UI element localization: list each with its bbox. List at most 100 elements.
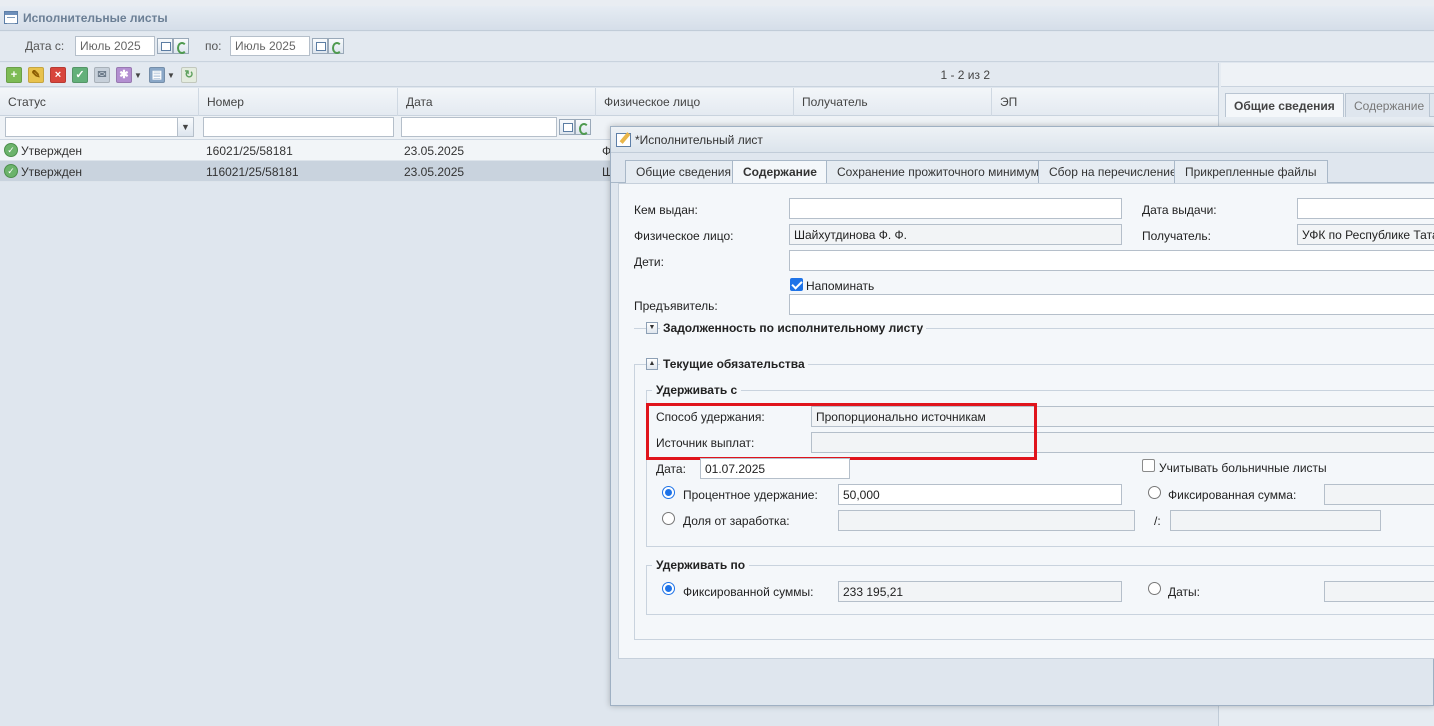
presenter-label: Предъявитель: xyxy=(634,299,718,313)
tab-subsistence-minimum[interactable]: Сохранение прожиточного минимума xyxy=(826,160,1057,183)
person-label: Физическое лицо: xyxy=(634,229,734,243)
delete-icon[interactable]: × xyxy=(50,67,66,83)
sick-leave-label: Учитывать больничные листы xyxy=(1159,461,1327,475)
date-to-label: по: xyxy=(205,39,222,53)
date-from-calendar-icon[interactable] xyxy=(157,38,173,54)
tab-transfer-fee[interactable]: Сбор на перечисление xyxy=(1038,160,1188,183)
obligations-section-title[interactable]: Текущие обязательства xyxy=(660,357,808,371)
date-filter-reset-icon[interactable] xyxy=(575,119,591,135)
column-header-date[interactable]: Дата xyxy=(398,88,596,116)
recipient-label: Получатель: xyxy=(1142,229,1211,243)
person-input[interactable]: Шайхутдинова Ф. Ф. xyxy=(789,224,1122,245)
remind-checkbox[interactable] xyxy=(790,278,803,291)
withhold-until-legend: Удерживать по xyxy=(652,558,750,572)
date-to-reset-icon[interactable] xyxy=(328,38,344,54)
highlight-frame xyxy=(646,403,1037,460)
sick-leave-checkbox[interactable] xyxy=(1142,459,1155,472)
dates-until-input[interactable] xyxy=(1324,581,1434,602)
grid-header: Статус Номер Дата Физическое лицо Получа… xyxy=(0,88,1218,116)
date-from-input[interactable]: Июль 2025 xyxy=(75,36,155,56)
obligations-section-border xyxy=(634,364,635,640)
debt-section-title[interactable]: Задолженность по исполнительному листу xyxy=(660,321,927,335)
date-to-input[interactable]: Июль 2025 xyxy=(230,36,310,56)
children-input[interactable] xyxy=(789,250,1434,271)
withhold-from-legend: Удерживать с xyxy=(652,383,742,397)
dialog-title-bar[interactable]: *Исполнительный лист xyxy=(611,127,1434,153)
status-filter-select[interactable]: ▼ xyxy=(5,117,194,137)
remind-label: Напоминать xyxy=(806,279,875,293)
list-icon xyxy=(4,11,18,24)
date-input[interactable]: 01.07.2025 xyxy=(700,458,850,479)
issue-date-label: Дата выдачи: xyxy=(1142,203,1217,217)
expand-chevron-down-icon[interactable]: ▼ xyxy=(646,322,658,334)
share-radio[interactable] xyxy=(662,512,675,525)
column-header-person[interactable]: Физическое лицо xyxy=(596,88,794,116)
print-icon[interactable]: ▤ xyxy=(149,67,165,83)
row-date: 23.05.2025 xyxy=(404,165,465,179)
issued-by-input[interactable] xyxy=(789,198,1122,219)
number-filter-input[interactable] xyxy=(203,117,394,137)
date-label: Дата: xyxy=(656,462,686,476)
obligations-section-bottom xyxy=(634,639,1434,640)
add-icon[interactable]: + xyxy=(6,67,22,83)
percent-radio[interactable] xyxy=(662,486,675,499)
percent-input[interactable]: 50,000 xyxy=(838,484,1122,505)
issued-by-label: Кем выдан: xyxy=(634,203,698,217)
fixed-sum-label: Фиксированная сумма: xyxy=(1168,488,1297,502)
recipient-input[interactable]: УФК по Республике Тата xyxy=(1297,224,1434,245)
approved-check-icon: ✓ xyxy=(4,143,18,157)
date-filter-calendar-icon[interactable] xyxy=(559,119,575,135)
fixed-sum-radio[interactable] xyxy=(1148,486,1161,499)
chevron-down-icon[interactable]: ▼ xyxy=(177,118,193,136)
date-from-label: Дата с: xyxy=(25,39,65,53)
row-number: 16021/25/58181 xyxy=(206,144,293,158)
fixed-sum-input[interactable] xyxy=(1324,484,1434,505)
row-status: Утвержден xyxy=(21,144,83,158)
presenter-input[interactable] xyxy=(789,294,1434,315)
date-from-reset-icon[interactable] xyxy=(173,38,189,54)
star-icon[interactable]: ✱ xyxy=(116,67,132,83)
collapse-chevron-up-icon[interactable]: ▲ xyxy=(646,358,658,370)
approved-check-icon: ✓ xyxy=(4,164,18,178)
tab-content[interactable]: Содержание xyxy=(732,160,828,184)
date-to-calendar-icon[interactable] xyxy=(312,38,328,54)
column-header-signature[interactable]: ЭП xyxy=(992,88,1218,116)
dialog-title: *Исполнительный лист xyxy=(635,133,763,147)
side-panel-header xyxy=(1221,63,1434,87)
tab-attached-files[interactable]: Прикрепленные файлы xyxy=(1174,160,1328,183)
children-label: Дети: xyxy=(634,255,664,269)
side-tab-content[interactable]: Содержание xyxy=(1345,93,1434,117)
column-header-number[interactable]: Номер xyxy=(199,88,398,116)
list-window-title: Исполнительные листы xyxy=(23,11,168,25)
row-date: 23.05.2025 xyxy=(404,144,465,158)
percent-label: Процентное удержание: xyxy=(683,488,818,502)
fixed-sum-until-label: Фиксированной суммы: xyxy=(683,585,814,599)
filter-bar: Дата с: Июль 2025 по: Июль 2025 xyxy=(0,32,1434,62)
share-numerator-input[interactable] xyxy=(838,510,1135,531)
list-toolbar: + ✎ × ✓ ✉ ✱ ▼ ▤ ▼ ↻ 1 - 2 из 2 xyxy=(0,63,1218,87)
row-number: 116021/25/58181 xyxy=(206,165,299,179)
dates-until-label: Даты: xyxy=(1168,585,1200,599)
edit-icon[interactable]: ✎ xyxy=(28,67,44,83)
side-tab-overflow[interactable] xyxy=(1429,93,1434,117)
fixed-sum-until-radio[interactable] xyxy=(662,582,675,595)
share-denominator-input[interactable] xyxy=(1170,510,1381,531)
mail-icon[interactable]: ✉ xyxy=(94,67,110,83)
refresh-icon[interactable]: ↻ xyxy=(181,67,197,83)
pager-text: 1 - 2 из 2 xyxy=(940,68,990,82)
column-header-recipient[interactable]: Получатель xyxy=(794,88,992,116)
star-menu-chevron-down-icon[interactable]: ▼ xyxy=(134,71,142,80)
print-menu-chevron-down-icon[interactable]: ▼ xyxy=(167,71,175,80)
side-tab-general[interactable]: Общие сведения xyxy=(1225,93,1344,117)
dialog-tab-bar: Общие сведения Содержание Сохранение про… xyxy=(611,153,1434,184)
dates-until-radio[interactable] xyxy=(1148,582,1161,595)
share-divider-label: /: xyxy=(1154,514,1161,528)
tab-general[interactable]: Общие сведения xyxy=(625,160,742,183)
approve-icon[interactable]: ✓ xyxy=(72,67,88,83)
row-status: Утвержден xyxy=(21,165,83,179)
column-header-status[interactable]: Статус xyxy=(0,88,199,116)
fixed-sum-until-input[interactable]: 233 195,21 xyxy=(838,581,1122,602)
date-filter-input[interactable] xyxy=(401,117,557,137)
issue-date-input[interactable] xyxy=(1297,198,1434,219)
list-window-title-bar: Исполнительные листы xyxy=(0,6,1434,31)
